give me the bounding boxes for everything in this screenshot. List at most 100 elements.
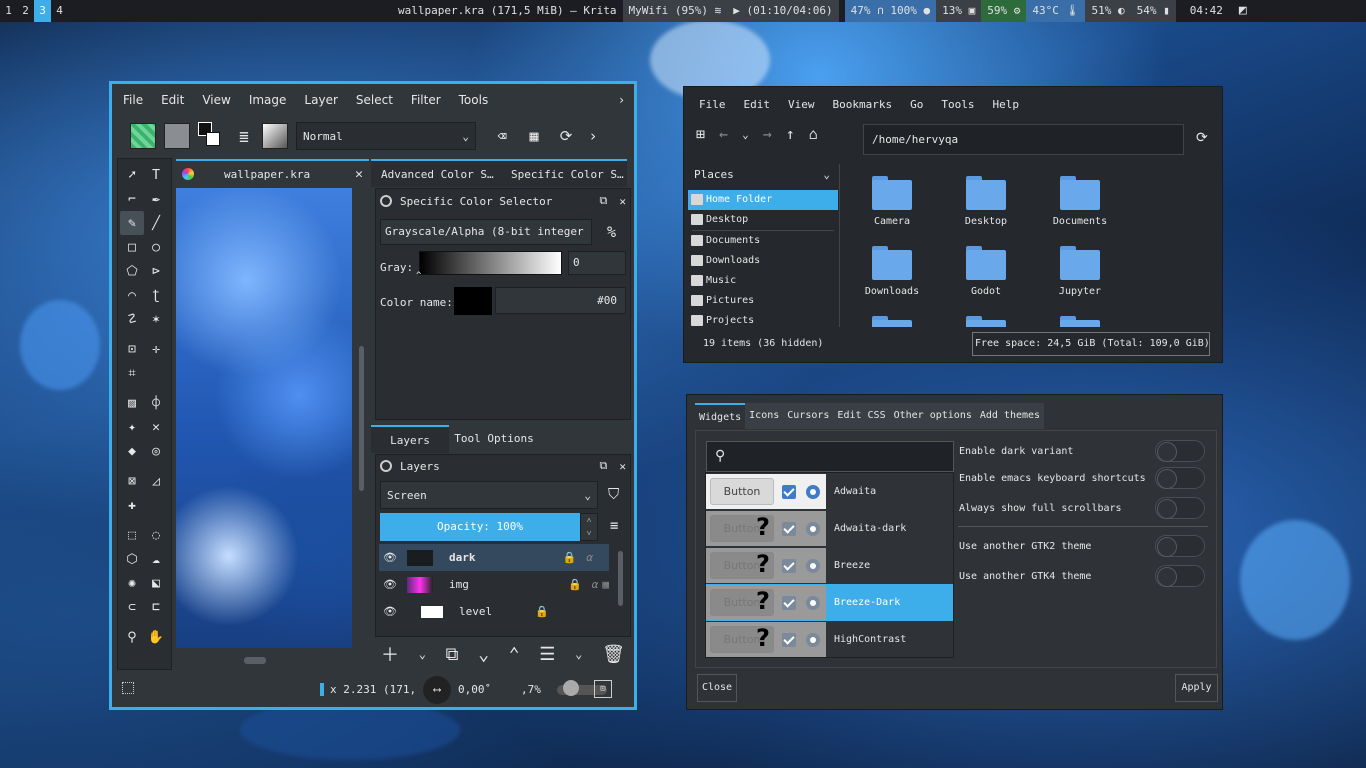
menu-edit[interactable]: Edit — [152, 93, 193, 107]
menu-view[interactable]: View — [193, 93, 239, 107]
duplicate-layer-icon[interactable]: ⧉ — [446, 644, 459, 665]
select-shapes-icon[interactable]: ➚ — [120, 163, 144, 187]
ellipse-tool-icon[interactable]: ○ — [144, 235, 168, 259]
checker-icon[interactable]: ▦ — [602, 578, 609, 591]
workspace-2[interactable]: 2 — [17, 0, 34, 22]
reload-icon[interactable]: ⟳ — [554, 127, 578, 145]
scrollbars-toggle[interactable] — [1155, 497, 1205, 519]
layer-row[interactable]: 👁 level 🔒 — [379, 598, 609, 625]
dark-variant-toggle[interactable] — [1155, 440, 1205, 462]
document-tab[interactable]: wallpaper.kra ✕ — [176, 159, 369, 187]
reference-tool-icon[interactable]: ✚ — [120, 493, 144, 517]
gradient-tool-icon[interactable]: ▨ — [120, 391, 144, 415]
folder-item[interactable]: Desktop — [946, 176, 1026, 227]
theme-row[interactable]: Button? Adwaita-dark — [706, 510, 953, 547]
bezier-select-icon[interactable]: ⊂ — [120, 595, 144, 619]
percent-toggle-icon[interactable]: % — [607, 223, 616, 241]
menu-select[interactable]: Select — [347, 93, 402, 107]
bezier-tool-icon[interactable]: ⌒ — [120, 283, 144, 307]
folder-item[interactable]: Camera — [852, 176, 932, 227]
delete-layer-icon[interactable]: 🗑 — [602, 644, 625, 665]
brush-preset-thumb[interactable] — [262, 123, 288, 149]
colorize-mask-icon[interactable]: ✕ — [144, 415, 168, 439]
enclose-fill-icon[interactable]: ◎ — [144, 439, 168, 463]
color-model-select[interactable]: Grayscale/Alpha (8-bit integer — [380, 219, 592, 245]
new-tab-icon[interactable]: ⊞ — [696, 125, 705, 143]
alpha-icon[interactable]: α — [592, 578, 599, 591]
gray-slider[interactable] — [419, 251, 562, 275]
color-name-input[interactable]: #00 — [495, 287, 626, 314]
horizontal-scrollbar[interactable] — [244, 657, 266, 664]
fm-menu-edit[interactable]: Edit — [735, 98, 780, 111]
freehand-select-icon[interactable]: ☁ — [144, 547, 168, 571]
measure-tool-icon[interactable]: ◿ — [144, 469, 168, 493]
fm-menu-go[interactable]: Go — [901, 98, 932, 111]
up-icon[interactable]: ↑ — [786, 125, 795, 143]
opacity-spinner[interactable]: ˄ ˅ — [580, 513, 598, 541]
fill-tool-icon[interactable]: ◆ — [120, 439, 144, 463]
add-layer-menu-icon[interactable]: ⌄ — [419, 647, 426, 661]
fg-bg-color-icon[interactable] — [198, 122, 226, 150]
eraser-icon[interactable]: ⌫ — [490, 127, 514, 145]
smart-patch-icon[interactable]: ✦ — [120, 415, 144, 439]
workspace-4[interactable]: 4 — [51, 0, 68, 22]
theme-search-input[interactable]: ⚲ — [706, 441, 954, 472]
text-tool-icon[interactable]: T — [144, 163, 168, 187]
layer-properties-icon[interactable]: ☰ — [539, 644, 555, 665]
toolbar-overflow-icon[interactable]: › — [586, 127, 600, 145]
menu-tools[interactable]: Tools — [450, 93, 498, 107]
tab-other-options[interactable]: Other options — [890, 403, 976, 429]
zoom-handle[interactable] — [563, 680, 579, 696]
blend-mode-select[interactable]: Normal ⌄ — [296, 122, 476, 150]
polygon-tool-icon[interactable]: ⬠ — [120, 259, 144, 283]
place-home-folder[interactable]: Home Folder — [688, 190, 838, 210]
move-up-icon[interactable]: ⌃ — [509, 644, 520, 665]
brightness-indicator[interactable]: 51% ◐ — [1085, 0, 1131, 22]
wifi-indicator[interactable]: MyWifi (95%) ≋ — [622, 0, 728, 22]
folder-item[interactable] — [946, 316, 1026, 327]
location-bar[interactable]: /home/hervyqa — [863, 124, 1184, 155]
apply-button[interactable]: Apply — [1175, 674, 1218, 702]
move-down-icon[interactable]: ⌄ — [478, 644, 489, 665]
color-picker-icon[interactable]: ⌽ — [144, 391, 168, 415]
pan-tool-icon[interactable]: ✋ — [144, 625, 168, 649]
folder-item[interactable] — [1040, 316, 1120, 327]
lock-icon[interactable]: 🔒 — [563, 551, 577, 564]
freehand-path-icon[interactable]: ʈ — [144, 283, 168, 307]
layers-menu-icon[interactable]: ≡ — [610, 518, 618, 534]
freehand-brush-icon[interactable]: ✎ — [120, 211, 144, 235]
selection-status-icon[interactable] — [122, 682, 134, 694]
fit-view-icon[interactable]: ⊡ — [594, 680, 612, 698]
tab-edit-css[interactable]: Edit CSS — [833, 403, 889, 429]
volume-indicator[interactable]: 47% ∩ 100% ● — [844, 0, 937, 22]
rotate-dial-icon[interactable]: ⟷ — [423, 676, 451, 704]
free-space-indicator[interactable]: Free space: 24,5 GiB (Total: 109,0 GiB) — [972, 332, 1210, 356]
brush-presets-icon[interactable]: ≣ — [234, 127, 254, 146]
opacity-slider[interactable]: Opacity: 100% — [380, 513, 580, 541]
polyline-tool-icon[interactable]: ⊳ — [144, 259, 168, 283]
layer-row[interactable]: 👁 img 🔒 α ▦ — [379, 571, 609, 598]
layer-row[interactable]: 👁 dark 🔒 α — [379, 544, 609, 571]
edit-shapes-icon[interactable]: ⌐ — [120, 187, 144, 211]
vertical-scrollbar[interactable] — [359, 346, 364, 491]
menu-overflow-icon[interactable]: › — [610, 93, 634, 107]
similar-select-icon[interactable]: ⬕ — [144, 571, 168, 595]
move-tool-icon[interactable]: ✛ — [144, 337, 168, 361]
rect-select-icon[interactable]: ⬚ — [120, 523, 144, 547]
folder-item[interactable]: Jupyter — [1040, 246, 1120, 297]
fm-menu-help[interactable]: Help — [983, 98, 1028, 111]
tab-add-themes[interactable]: Add themes — [976, 403, 1044, 429]
theme-row-selected[interactable]: Button? Breeze-Dark — [706, 584, 953, 621]
line-tool-icon[interactable]: ╱ — [144, 211, 168, 235]
eye-icon[interactable]: 👁 — [379, 551, 401, 564]
canvas[interactable] — [176, 188, 352, 648]
lock-icon[interactable]: 🔒 — [535, 605, 549, 618]
calligraphy-icon[interactable]: ✒ — [144, 187, 168, 211]
folder-item[interactable] — [852, 316, 932, 327]
history-icon[interactable]: ⌄ — [742, 128, 749, 141]
theme-row[interactable]: Button? Breeze — [706, 547, 953, 584]
assistant-tool-icon[interactable]: ⊠ — [120, 469, 144, 493]
fm-menu-bookmarks[interactable]: Bookmarks — [824, 98, 902, 111]
filter-icon[interactable]: ⛉ — [608, 485, 619, 503]
tab-advanced-color[interactable]: Advanced Color S… — [371, 159, 501, 187]
